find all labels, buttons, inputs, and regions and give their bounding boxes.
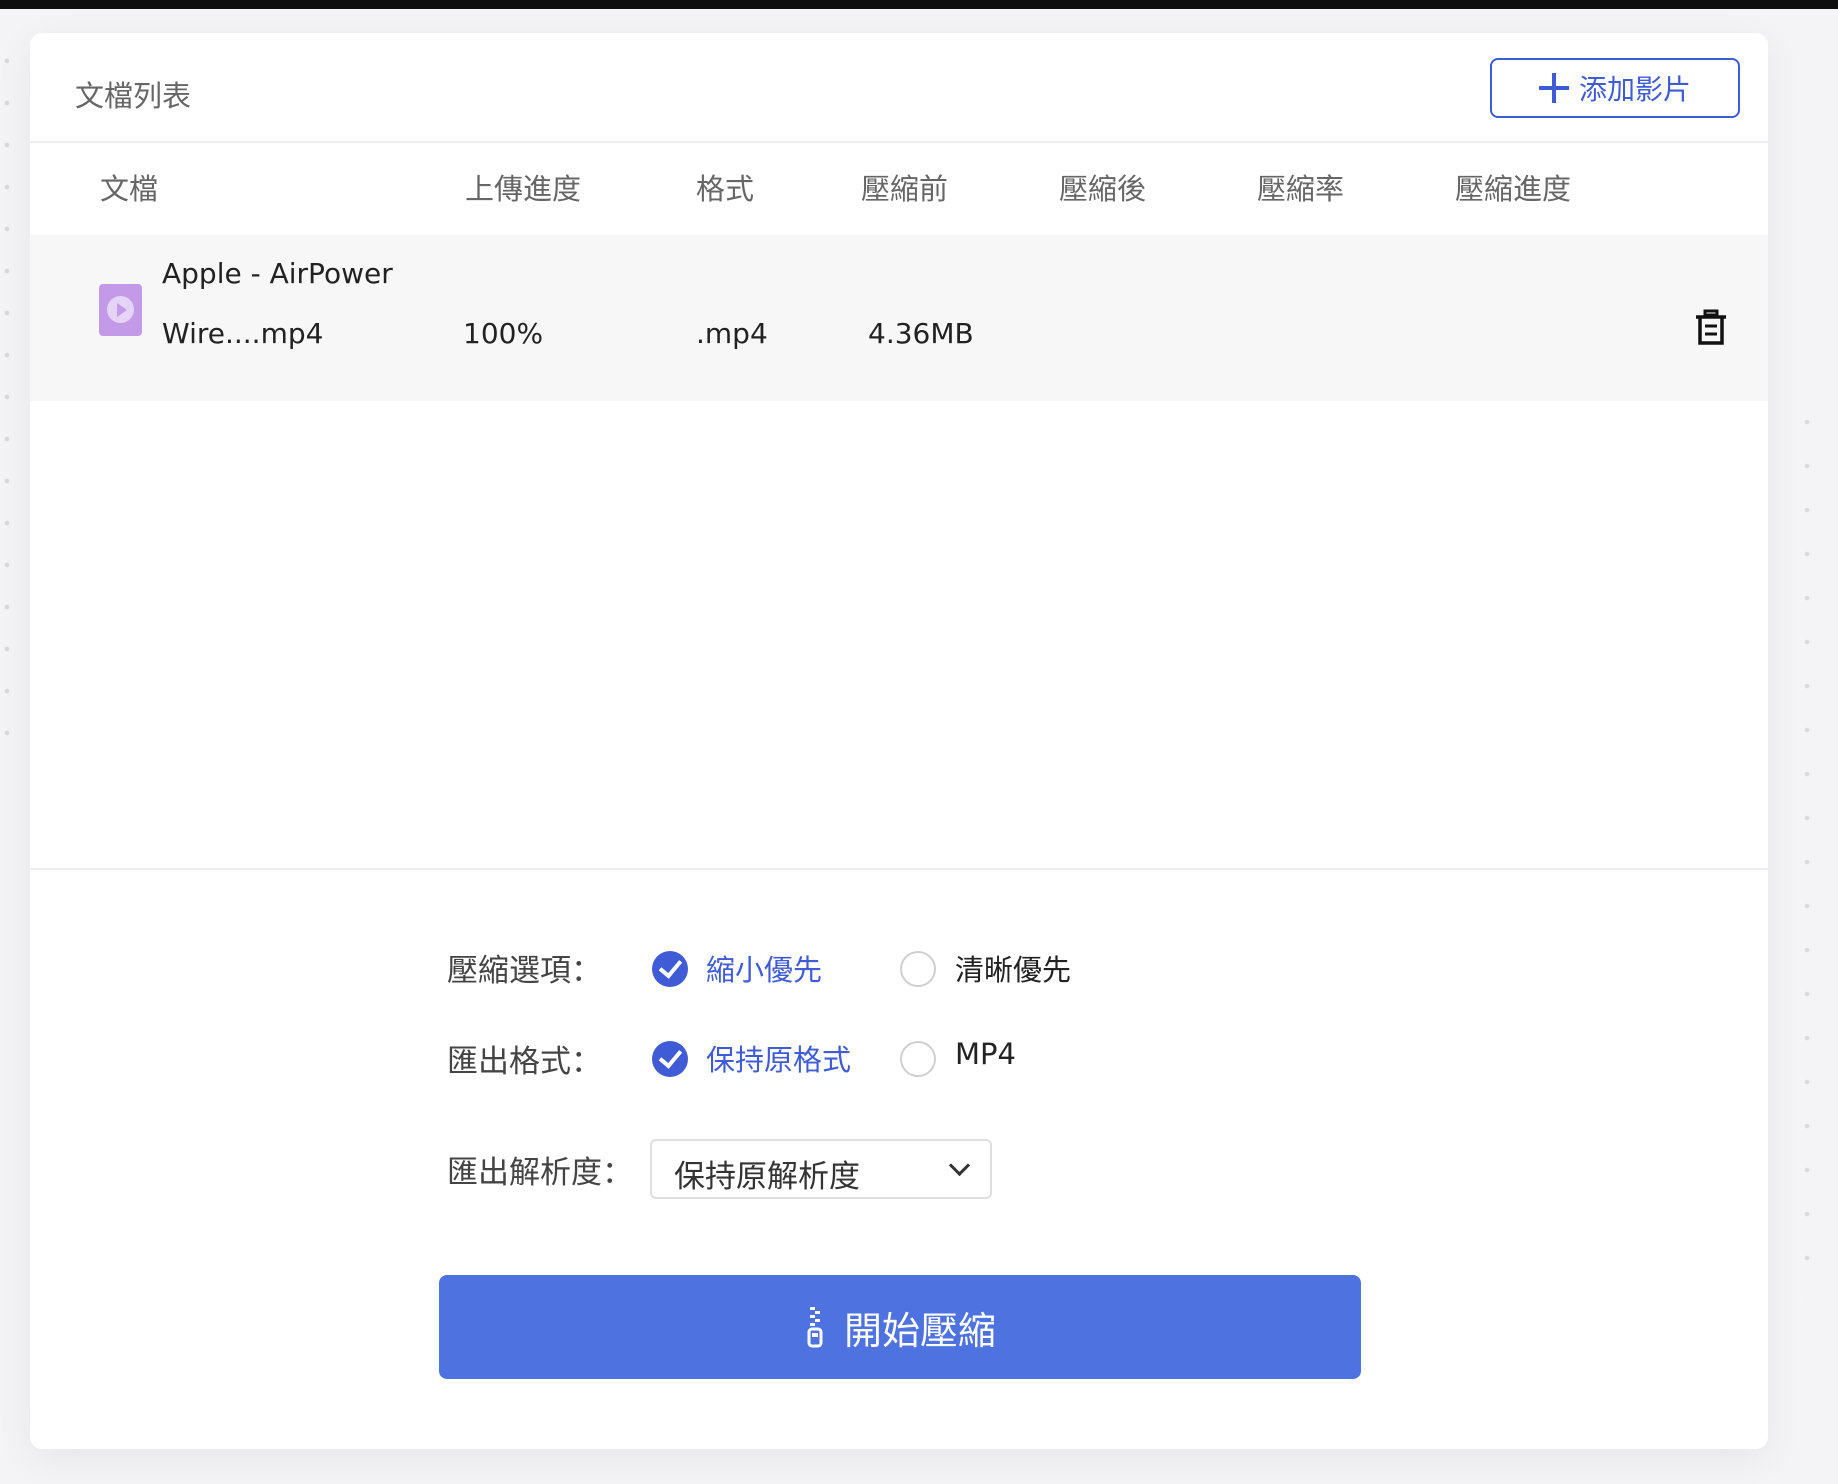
file-list-panel: 文檔列表 添加影片 文檔 上傳進度 格式 壓縮前 壓縮後 壓縮率 壓縮進度 Ap…	[30, 33, 1768, 1449]
resolution-value: 保持原解析度	[674, 1159, 860, 1195]
file-format: .mp4	[696, 317, 768, 350]
option-shrink-first[interactable]: 縮小優先	[706, 947, 822, 989]
col-header-size-before: 壓縮前	[861, 172, 949, 206]
col-header-ratio: 壓縮率	[1257, 172, 1345, 206]
radio-mp4[interactable]	[900, 1041, 936, 1077]
section-divider	[30, 868, 1768, 870]
add-video-label: 添加影片	[1578, 73, 1691, 106]
compression-option-label: 壓縮選項：	[447, 953, 602, 989]
plus-icon	[1538, 73, 1569, 103]
radio-shrink-first[interactable]	[652, 951, 688, 987]
size-before: 4.36MB	[868, 317, 974, 350]
table-row: Apple - AirPower Wire....mp4 100% .mp4 4…	[30, 235, 1768, 401]
start-compress-button[interactable]: 開始壓縮	[439, 1275, 1361, 1379]
option-keep-original-format[interactable]: 保持原格式	[706, 1037, 851, 1079]
file-name: Apple - AirPower	[162, 257, 393, 290]
export-resolution-label: 匯出解析度：	[447, 1155, 633, 1191]
chevron-down-icon	[948, 1154, 971, 1177]
file-name-continued: Wire....mp4	[162, 317, 324, 350]
col-header-file: 文檔	[100, 172, 159, 206]
option-clarity-first[interactable]: 清晰優先	[955, 947, 1071, 989]
background-dots	[0, 40, 14, 740]
panel-header: 文檔列表 添加影片	[30, 33, 1768, 143]
trash-icon[interactable]	[1694, 309, 1728, 347]
video-file-icon	[99, 284, 142, 336]
col-header-compress-progress: 壓縮進度	[1455, 172, 1572, 206]
upload-progress: 100%	[463, 317, 544, 350]
option-mp4[interactable]: MP4	[955, 1037, 1016, 1071]
zip-icon	[807, 1307, 823, 1348]
resolution-select[interactable]: 保持原解析度	[650, 1139, 992, 1199]
panel-title: 文檔列表	[75, 79, 192, 113]
col-header-size-after: 壓縮後	[1059, 172, 1147, 206]
col-header-format: 格式	[696, 172, 755, 206]
start-compress-label: 開始壓縮	[843, 1308, 996, 1353]
radio-clarity-first[interactable]	[900, 951, 936, 987]
window-top-edge	[0, 0, 1838, 9]
radio-keep-original-format[interactable]	[652, 1041, 688, 1077]
export-format-label: 匯出格式：	[447, 1044, 602, 1080]
background-dots	[1792, 400, 1822, 1300]
add-video-button[interactable]: 添加影片	[1490, 58, 1740, 118]
col-header-upload-progress: 上傳進度	[465, 172, 582, 206]
